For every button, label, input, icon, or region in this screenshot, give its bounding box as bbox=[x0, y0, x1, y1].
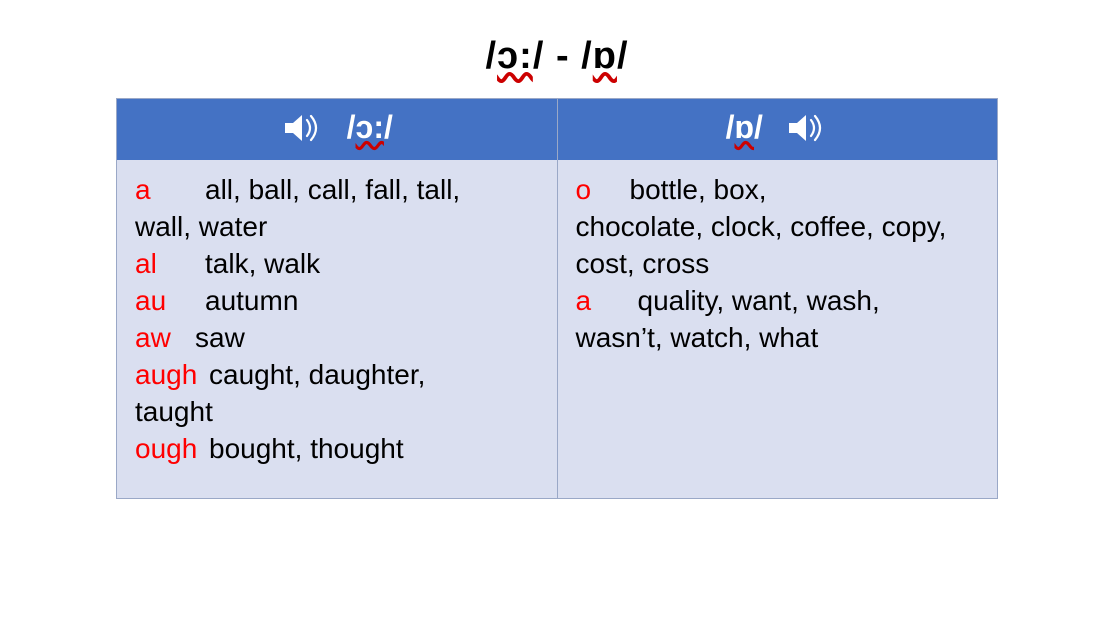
page-title: /ɔ:/ - /ɒ/ bbox=[0, 0, 1114, 98]
header-right-label: /ɒ/ bbox=[726, 109, 763, 146]
header-right-ipa: ɒ bbox=[734, 109, 754, 145]
word-list: all, ball, call, fall, tall, bbox=[205, 174, 460, 205]
title-separator: - bbox=[544, 35, 581, 77]
phonetics-table: /ɔ:/ /ɒ/ aall, ball, call, fall, tall,wa… bbox=[116, 98, 998, 499]
spelling-line: auautumn bbox=[135, 283, 547, 320]
table-header-row: /ɔ:/ /ɒ/ bbox=[117, 99, 997, 160]
speaker-icon[interactable] bbox=[281, 110, 325, 146]
word-list: taught bbox=[135, 394, 547, 431]
table-body-row: aall, ball, call, fall, tall,wall, water… bbox=[117, 160, 997, 498]
header-left-ipa: ɔ: bbox=[356, 109, 384, 145]
spelling-pattern: al bbox=[135, 246, 205, 283]
word-list: bottle, box, bbox=[630, 174, 767, 205]
word-list: caught, daughter, bbox=[209, 359, 425, 390]
word-list: bought, thought bbox=[209, 433, 404, 464]
word-list: chocolate, clock, coffee, copy, cost, cr… bbox=[576, 209, 988, 283]
spelling-pattern: ough bbox=[135, 431, 209, 468]
body-cell-left: aall, ball, call, fall, tall,wall, water… bbox=[117, 160, 558, 498]
spelling-line: aall, ball, call, fall, tall, bbox=[135, 172, 547, 209]
header-left-label: /ɔ:/ bbox=[347, 109, 393, 146]
body-cell-right: obottle, box,chocolate, clock, coffee, c… bbox=[558, 160, 998, 498]
word-list: talk, walk bbox=[205, 248, 320, 279]
spelling-line: obottle, box, bbox=[576, 172, 988, 209]
word-list: saw bbox=[195, 322, 245, 353]
spelling-line: aquality, want, wash, bbox=[576, 283, 988, 320]
spelling-line: aughcaught, daughter, bbox=[135, 357, 547, 394]
title-right-ipa: ɒ bbox=[593, 35, 617, 77]
spelling-line: altalk, walk bbox=[135, 246, 547, 283]
word-list: wasn’t, watch, what bbox=[576, 320, 988, 357]
spelling-pattern: au bbox=[135, 283, 205, 320]
spelling-line: oughbought, thought bbox=[135, 431, 547, 468]
word-list: quality, want, wash, bbox=[638, 285, 880, 316]
spelling-pattern: augh bbox=[135, 357, 209, 394]
header-cell-left: /ɔ:/ bbox=[117, 99, 558, 160]
spelling-line: awsaw bbox=[135, 320, 547, 357]
spelling-pattern: o bbox=[576, 172, 630, 209]
spelling-pattern: a bbox=[135, 172, 205, 209]
speaker-icon[interactable] bbox=[785, 110, 829, 146]
word-list: autumn bbox=[205, 285, 298, 316]
spelling-pattern: a bbox=[576, 283, 638, 320]
header-cell-right: /ɒ/ bbox=[558, 99, 998, 160]
word-list: wall, water bbox=[135, 209, 547, 246]
spelling-pattern: aw bbox=[135, 320, 195, 357]
title-left-ipa: ɔ: bbox=[497, 35, 533, 77]
